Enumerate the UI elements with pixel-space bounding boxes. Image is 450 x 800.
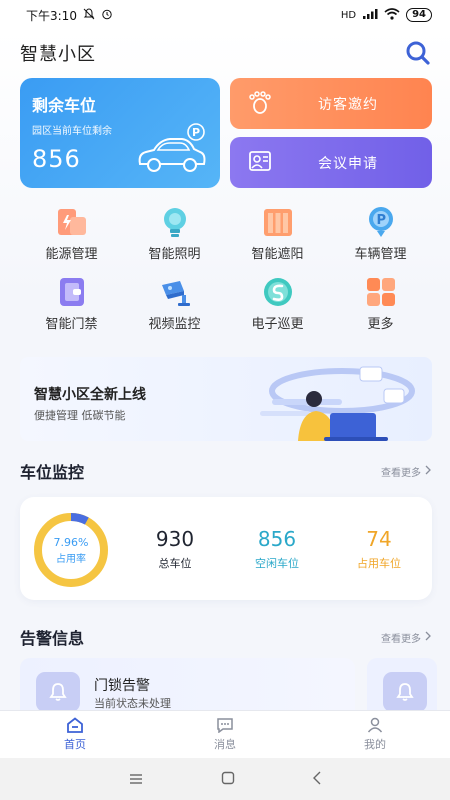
patrol-icon (261, 275, 295, 309)
grid-label: 能源管理 (45, 247, 98, 262)
footprint-icon (246, 88, 274, 120)
visitor-invite-label: 访客邀约 (318, 96, 378, 113)
back-icon[interactable] (312, 770, 322, 789)
grid-label: 更多 (367, 317, 394, 332)
see-more-link[interactable]: 查看更多 (381, 630, 432, 645)
alerts-header: 告警信息 查看更多 (20, 625, 432, 649)
section-title: 告警信息 (20, 629, 85, 648)
search-icon[interactable] (404, 39, 432, 67)
status-bar: 下午3:10 HD 94 (0, 0, 450, 30)
stat-value: 856 (257, 527, 297, 551)
visitor-invite-button[interactable]: 访客邀约 (230, 78, 432, 129)
see-more-label: 查看更多 (381, 633, 421, 645)
grid-label: 智能遮阳 (251, 247, 304, 262)
network-label: HD (340, 9, 357, 21)
alert-status: 当前状态未处理 (94, 697, 171, 710)
section-title: 车位监控 (20, 463, 85, 482)
stat-total: 930 总车位 (130, 527, 220, 571)
grid-item-lighting[interactable]: 智能照明 (123, 205, 226, 267)
bell-icon (383, 672, 427, 712)
tab-messages[interactable]: 消息 (150, 711, 300, 758)
status-time: 下午3:10 (26, 8, 77, 23)
feature-grid: 能源管理 智能照明 智能遮阳 P 车辆管理 智能门禁 视频监控 电子巡更 更多 (20, 205, 432, 335)
svg-text:P: P (192, 126, 200, 139)
stat-label: 总车位 (158, 557, 192, 570)
see-more-label: 查看更多 (381, 467, 421, 479)
home-icon (66, 717, 84, 733)
grid-label: 车辆管理 (354, 247, 407, 262)
remaining-parking-card[interactable]: 剩余车位 园区当前车位剩余 856 P (20, 78, 220, 188)
more-grid-icon (364, 275, 398, 309)
occupancy-label: 7.96% 占用率 (32, 511, 110, 589)
profile-icon (366, 717, 384, 733)
banner-title: 智慧小区全新上线 (34, 387, 146, 403)
banner-subtitle: 便捷管理 低碳节能 (34, 409, 126, 422)
svg-text:P: P (376, 213, 386, 228)
alert-item[interactable]: 门锁告警 当前状态未处理 (20, 658, 355, 712)
tab-home[interactable]: 首页 (0, 711, 150, 758)
bulb-icon (158, 205, 192, 239)
alert-title: 门锁告警 (94, 678, 150, 694)
status-right: HD 94 (340, 7, 432, 23)
message-icon (216, 717, 234, 733)
meeting-request-label: 会议申请 (318, 155, 378, 172)
alert-item-partial[interactable] (367, 658, 437, 712)
car-icon: P (134, 122, 212, 182)
stat-label: 占用车位 (357, 557, 401, 570)
stat-value: 930 (155, 527, 195, 551)
menu-icon[interactable] (128, 770, 144, 789)
tab-label: 我的 (364, 738, 386, 751)
parking-monitor-header: 车位监控 查看更多 (20, 459, 432, 483)
stat-value: 74 (366, 527, 392, 551)
grid-label: 电子巡更 (251, 317, 304, 332)
promo-banner[interactable]: 智慧小区全新上线 便捷管理 低碳节能 (20, 357, 432, 441)
grid-item-energy[interactable]: 能源管理 (20, 205, 123, 267)
bottom-tab-bar: 首页 消息 我的 (0, 710, 450, 758)
page-title: 智慧小区 (20, 44, 96, 65)
chevron-right-icon (425, 631, 432, 644)
grid-item-shading[interactable]: 智能遮阳 (226, 205, 329, 267)
status-left: 下午3:10 (26, 7, 113, 24)
mute-icon (83, 7, 95, 23)
door-access-icon (55, 275, 89, 309)
tab-label: 首页 (64, 738, 86, 751)
signal-icon (362, 8, 378, 23)
alarm-icon (101, 8, 113, 23)
parking-monitor-card: 7.96% 占用率 930 总车位 856 空闲车位 74 占用车位 (20, 497, 432, 600)
home-square-icon[interactable] (221, 770, 235, 789)
app-header: 智慧小区 (20, 38, 432, 68)
stat-free: 856 空闲车位 (232, 527, 322, 571)
tab-label: 消息 (214, 738, 236, 751)
occupancy-caption: 占用率 (56, 553, 86, 565)
grid-item-vehicle[interactable]: P 车辆管理 (329, 205, 432, 267)
grid-item-patrol[interactable]: 电子巡更 (226, 275, 329, 337)
meeting-icon (246, 147, 274, 179)
tab-profile[interactable]: 我的 (300, 711, 450, 758)
occupancy-percent: 7.96% (53, 535, 89, 549)
grid-item-more[interactable]: 更多 (329, 275, 432, 337)
parking-icon: P (364, 205, 398, 239)
see-more-link[interactable]: 查看更多 (381, 464, 432, 479)
grid-label: 智能门禁 (45, 317, 98, 332)
grid-label: 视频监控 (148, 317, 201, 332)
stat-occupied: 74 占用车位 (334, 527, 424, 571)
camera-icon (158, 275, 192, 309)
energy-icon (55, 205, 89, 239)
wifi-icon (384, 7, 400, 23)
banner-illustration (232, 361, 422, 441)
grid-item-door-access[interactable]: 智能门禁 (20, 275, 123, 337)
meeting-request-button[interactable]: 会议申请 (230, 137, 432, 188)
blinds-icon (261, 205, 295, 239)
parking-card-title: 剩余车位 (32, 96, 97, 115)
stat-label: 空闲车位 (255, 557, 299, 570)
chevron-right-icon (425, 465, 432, 478)
system-nav-bar (0, 758, 450, 800)
battery-icon: 94 (406, 8, 432, 22)
grid-label: 智能照明 (148, 247, 201, 262)
bell-icon (36, 672, 80, 712)
grid-item-video[interactable]: 视频监控 (123, 275, 226, 337)
